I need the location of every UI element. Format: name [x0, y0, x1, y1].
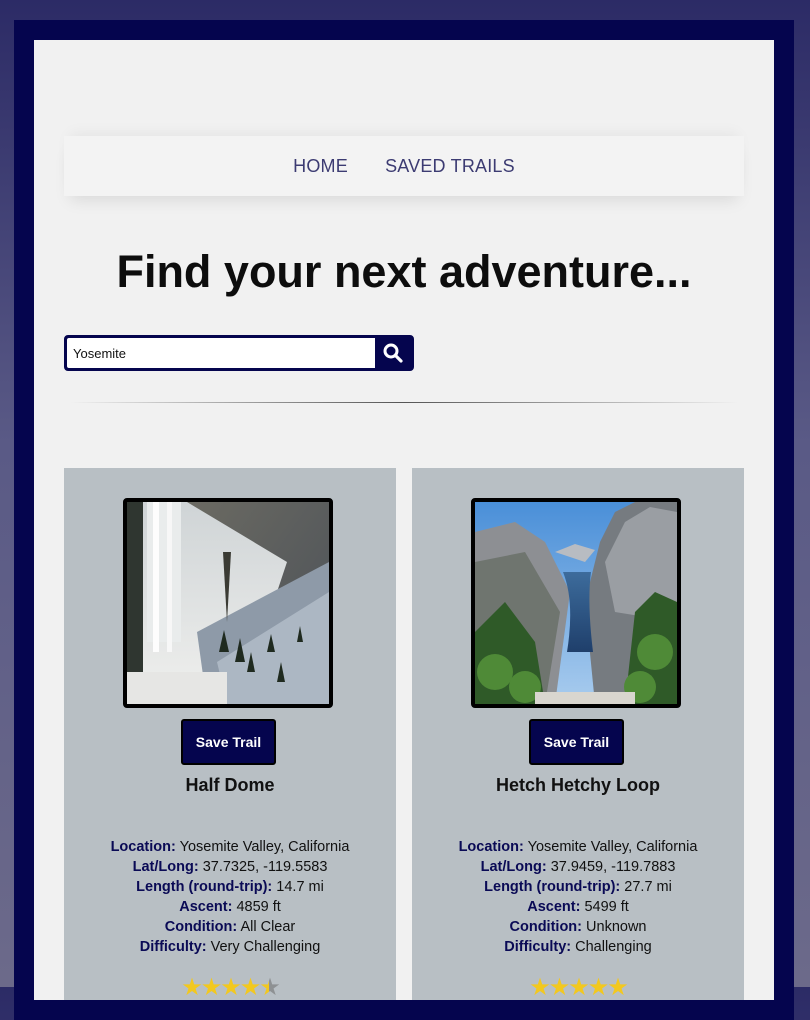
trail-details: Location: Yosemite Valley, California La… — [64, 837, 396, 957]
search-button[interactable] — [375, 338, 411, 368]
detail-latlong: Lat/Long: 37.9459, -119.7883 — [480, 859, 676, 875]
top-nav: HOME SAVED TRAILS — [64, 136, 744, 196]
trail-card-half-dome: Save Trail Half Dome Location: Yosemite … — [64, 468, 396, 1000]
detail-length: Length (round-trip): 27.7 mi — [484, 879, 672, 895]
section-divider — [70, 402, 738, 403]
detail-ascent: Ascent: 4859 ft — [179, 899, 281, 915]
trail-details: Location: Yosemite Valley, California La… — [412, 837, 744, 957]
main-panel: HOME SAVED TRAILS Find your next adventu… — [34, 40, 774, 1000]
trail-photo-waterfall — [123, 498, 333, 708]
detail-location: Location: Yosemite Valley, California — [458, 839, 698, 855]
save-trail-button[interactable]: Save Trail — [181, 719, 276, 765]
detail-condition: Condition: All Clear — [164, 919, 296, 935]
trail-name: Hetch Hetchy Loop — [495, 775, 660, 795]
search-input[interactable] — [67, 338, 375, 368]
search-icon — [383, 343, 403, 363]
search-bar — [64, 335, 414, 371]
detail-ascent: Ascent: 5499 ft — [527, 899, 629, 915]
detail-difficulty: Difficulty: Challenging — [504, 939, 652, 955]
detail-length: Length (round-trip): 14.7 mi — [136, 879, 324, 895]
detail-location: Location: Yosemite Valley, California — [110, 839, 350, 855]
trail-photo-reservoir — [471, 498, 681, 708]
save-trail-button[interactable]: Save Trail — [529, 719, 624, 765]
page-title: Find your next adventure... — [116, 246, 692, 297]
trail-name: Half Dome — [185, 775, 275, 795]
nav-saved-trails-link[interactable]: SAVED TRAILS — [385, 136, 515, 196]
detail-latlong: Lat/Long: 37.7325, -119.5583 — [132, 859, 328, 875]
trail-card-hetch-hetchy: Save Trail Hetch Hetchy Loop Location: Y… — [412, 468, 744, 1000]
nav-home-link[interactable]: HOME — [293, 136, 348, 196]
detail-condition: Condition: Unknown — [509, 919, 647, 935]
detail-difficulty: Difficulty: Very Challenging — [139, 939, 321, 955]
